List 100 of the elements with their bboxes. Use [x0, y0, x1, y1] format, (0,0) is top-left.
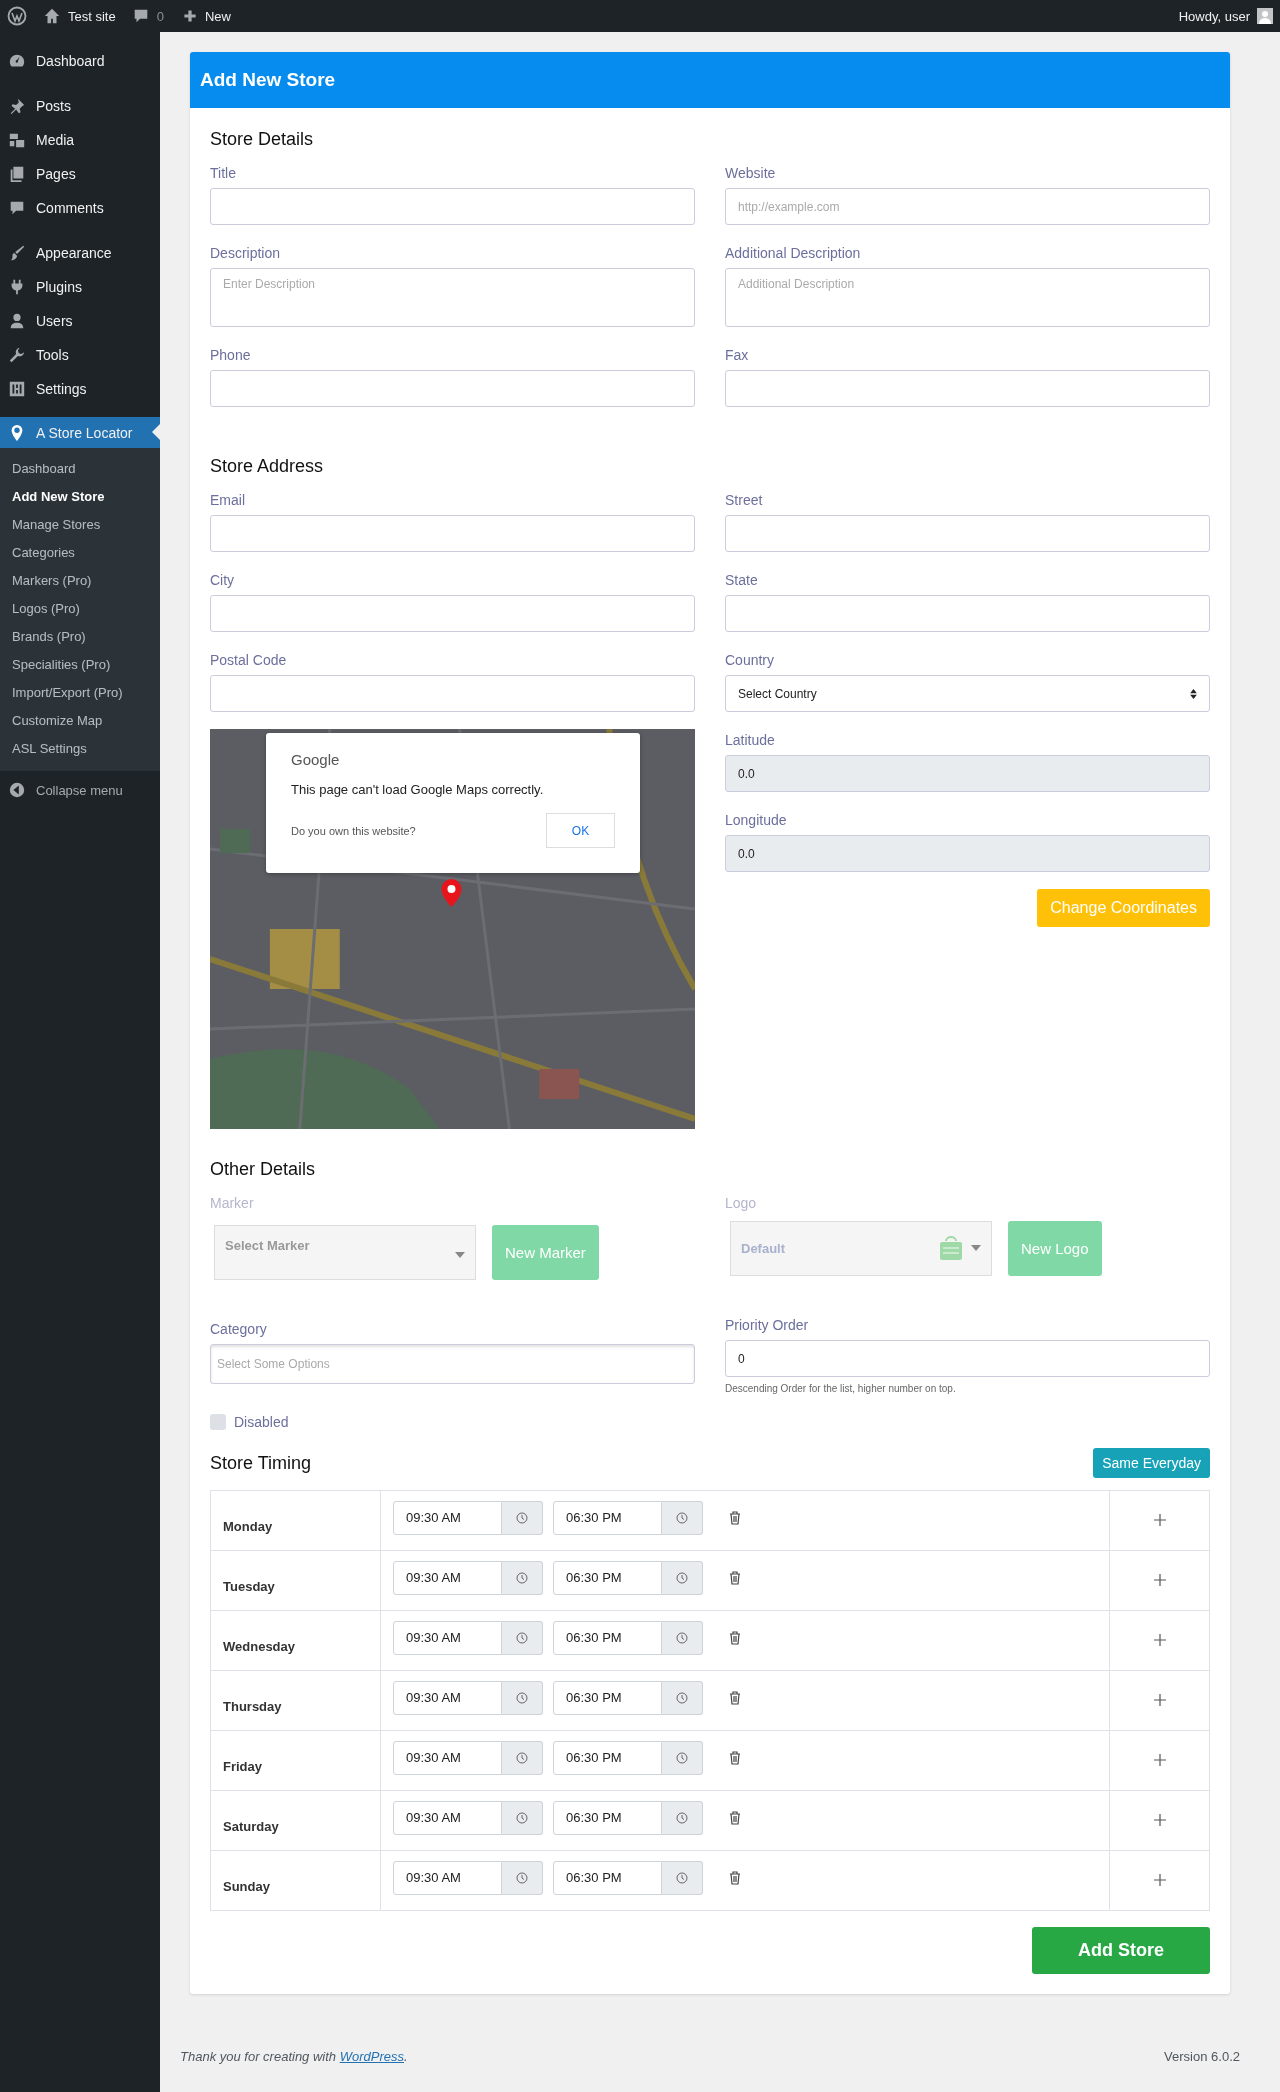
delete-icon[interactable]	[729, 1690, 741, 1705]
input-field[interactable]	[210, 188, 695, 225]
day-cell: Tuesday	[210, 1550, 381, 1611]
clock-button[interactable]	[662, 1740, 703, 1775]
time-field[interactable]: 09:30 AM	[393, 1620, 502, 1655]
time-field[interactable]: 09:30 AM	[393, 1680, 502, 1715]
day-cell: Sunday	[210, 1850, 381, 1911]
sidebar-item[interactable]: Plugins	[0, 270, 160, 304]
sidebar-item[interactable]: Tools	[0, 338, 160, 372]
submenu-item[interactable]: Import/Export (Pro)	[0, 679, 123, 707]
site-link[interactable]: Test site	[68, 8, 116, 24]
field-label: State	[725, 571, 759, 589]
clock-button[interactable]	[502, 1860, 543, 1895]
sidebar-item[interactable]: Users	[0, 304, 160, 338]
input-field[interactable]	[725, 595, 1210, 632]
clock-button[interactable]	[662, 1800, 703, 1835]
clock-button[interactable]	[662, 1680, 703, 1715]
delete-icon[interactable]	[729, 1810, 741, 1825]
clock-button[interactable]	[502, 1560, 543, 1595]
priority-field[interactable]: 0	[725, 1340, 1210, 1377]
delete-icon[interactable]	[729, 1750, 741, 1765]
clock-button[interactable]	[662, 1620, 703, 1655]
input-field[interactable]	[210, 515, 695, 552]
clock-button[interactable]	[502, 1740, 543, 1775]
input-field[interactable]	[725, 370, 1210, 407]
add-icon[interactable]	[1153, 1513, 1166, 1526]
time-field[interactable]: 06:30 PM	[553, 1800, 662, 1835]
category-field[interactable]: Select Some Options	[210, 1344, 695, 1384]
delete-icon[interactable]	[729, 1510, 741, 1525]
logo-icon[interactable]	[7, 6, 27, 26]
add-icon[interactable]	[1153, 1633, 1166, 1646]
time-field[interactable]: 09:30 AM	[393, 1740, 502, 1775]
clock-button[interactable]	[662, 1860, 703, 1895]
input-field[interactable]: http://example.com	[725, 188, 1210, 225]
time-field[interactable]: 06:30 PM	[553, 1500, 662, 1535]
clock-button[interactable]	[502, 1620, 543, 1655]
sort-arrows-icon	[1190, 688, 1197, 699]
input-field[interactable]	[210, 595, 695, 632]
input-field[interactable]	[210, 675, 695, 712]
avatar-icon[interactable]	[1257, 8, 1273, 24]
day-cell: Wednesday	[210, 1610, 381, 1671]
time-field[interactable]: 06:30 PM	[553, 1560, 662, 1595]
clock-button[interactable]	[662, 1500, 703, 1535]
submenu-item[interactable]: Specialities (Pro)	[0, 651, 111, 679]
add-icon[interactable]	[1153, 1873, 1166, 1886]
clock-button[interactable]	[502, 1500, 543, 1535]
time-field[interactable]: 09:30 AM	[393, 1500, 502, 1535]
home-icon[interactable]	[43, 7, 61, 25]
submenu-item[interactable]: Markers (Pro)	[0, 567, 92, 595]
submenu-item[interactable]: Customize Map	[0, 707, 103, 735]
input-field[interactable]: 0.0	[725, 755, 1210, 792]
time-field[interactable]: 06:30 PM	[553, 1680, 662, 1715]
delete-icon[interactable]	[729, 1630, 741, 1645]
clock-button[interactable]	[662, 1560, 703, 1595]
input-field[interactable]	[210, 370, 695, 407]
user-icon	[8, 312, 26, 330]
time-field[interactable]: 09:30 AM	[393, 1800, 502, 1835]
add-icon[interactable]	[1153, 1573, 1166, 1586]
submenu-item[interactable]: ASL Settings	[0, 735, 87, 763]
add-icon[interactable]	[1153, 1813, 1166, 1826]
collapse-menu-button[interactable]: Collapse menu	[0, 771, 160, 799]
clock-button[interactable]	[502, 1680, 543, 1715]
submenu-item[interactable]: Manage Stores	[0, 511, 101, 539]
input-field[interactable]	[725, 515, 1210, 552]
plus-icon[interactable]	[181, 8, 198, 24]
text-area[interactable]: Additional Description	[725, 268, 1210, 327]
sidebar-item[interactable]: A Store Locator	[0, 417, 160, 448]
sidebar-item[interactable]: Appearance	[0, 236, 160, 270]
field-label: Email	[210, 491, 246, 509]
add-icon[interactable]	[1153, 1753, 1166, 1766]
submenu-item[interactable]: Dashboard	[0, 455, 76, 483]
sidebar-item[interactable]: Pages	[0, 157, 160, 191]
sidebar-item[interactable]: Dashboard	[0, 44, 160, 78]
sidebar-item[interactable]: Comments	[0, 191, 160, 225]
field-label: Description	[210, 244, 282, 262]
delete-icon[interactable]	[729, 1870, 741, 1885]
section-heading: Store Timing	[210, 1452, 312, 1474]
submenu-item[interactable]: Categories	[0, 539, 75, 567]
submenu-item[interactable]: Add New Store	[0, 483, 105, 511]
clock-button[interactable]	[502, 1800, 543, 1835]
add-icon[interactable]	[1153, 1693, 1166, 1706]
time-field[interactable]: 09:30 AM	[393, 1860, 502, 1895]
sidebar-item[interactable]: Media	[0, 123, 160, 157]
wordpress-link[interactable]: WordPress	[339, 2049, 404, 2064]
checkbox[interactable]	[210, 1414, 226, 1430]
time-field[interactable]: 06:30 PM	[553, 1860, 662, 1895]
new-link[interactable]: New	[204, 8, 231, 24]
time-field[interactable]: 06:30 PM	[553, 1620, 662, 1655]
sidebar-item[interactable]: Posts	[0, 89, 160, 123]
ok-button[interactable]: OK	[546, 813, 615, 848]
select-field[interactable]: Select Country	[725, 675, 1210, 712]
time-field[interactable]: 06:30 PM	[553, 1740, 662, 1775]
delete-icon[interactable]	[729, 1570, 741, 1585]
sidebar-item[interactable]: Settings	[0, 372, 160, 406]
account-link[interactable]: Howdy, user	[1178, 8, 1250, 24]
submenu-item[interactable]: Brands (Pro)	[0, 623, 86, 651]
text-area[interactable]: Enter Description	[210, 268, 695, 327]
submenu-item[interactable]: Logos (Pro)	[0, 595, 80, 623]
time-field[interactable]: 09:30 AM	[393, 1560, 502, 1595]
input-field[interactable]: 0.0	[725, 835, 1210, 872]
